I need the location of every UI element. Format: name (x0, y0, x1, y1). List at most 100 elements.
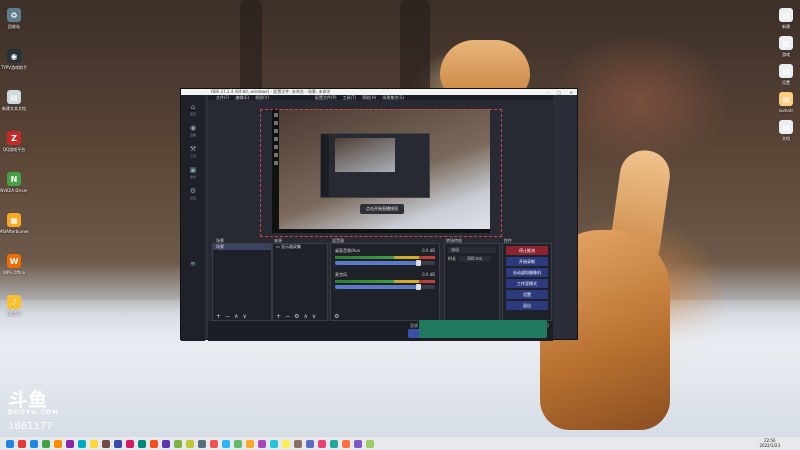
sources-dock: ▭ 显示器采集 + − ⚙ ∧ ∨ (272, 243, 328, 321)
menu-edit[interactable]: 编辑(E) (235, 95, 249, 100)
preview-nested-obs (320, 133, 430, 198)
taskbar-app-icon[interactable] (246, 439, 254, 448)
app-icon: ▤ (779, 92, 793, 106)
menu-tools[interactable]: 工具(T) (343, 95, 357, 101)
douyu-logo-sub: DOUYU.COM (8, 409, 59, 416)
wifi-icon[interactable]: ≋ (188, 260, 198, 269)
desktop-icon[interactable]: ▤ 新建文本文档 (0, 90, 28, 112)
taskbar-clock[interactable]: 22:56 2022/1/23 (759, 438, 780, 448)
source-item[interactable]: ▭ 显示器采集 (273, 244, 327, 250)
desktop-icon[interactable]: ▤ 新建 (772, 8, 800, 30)
taskbar-app-icon[interactable] (66, 439, 74, 448)
taskbar-app-icon[interactable] (270, 439, 278, 448)
taskbar-app-icon[interactable] (282, 439, 290, 448)
desktop-icon-label: 新建文本文档 (2, 106, 26, 111)
taskbar-app-icon[interactable] (150, 439, 158, 448)
taskbar-app-icon[interactable] (42, 439, 50, 448)
desktop-icon[interactable]: ♪ QQ音乐 (0, 295, 28, 317)
add-source-icon[interactable]: + (276, 313, 281, 320)
desktop-icon[interactable]: ▤ sumatr (772, 92, 800, 113)
desktop-icon[interactable]: W WPS Office (0, 254, 28, 275)
add-scene-icon[interactable]: + (216, 313, 221, 320)
live-icon[interactable]: ◉ (188, 124, 198, 133)
menu-profile[interactable]: 配置文件(P) (315, 95, 337, 101)
taskbar-app-icon[interactable] (258, 439, 266, 448)
desktop-icon-label: MSIAfterburner (0, 229, 30, 234)
taskbar-app-icon[interactable] (102, 439, 110, 448)
menu-view[interactable]: 视图(V) (255, 95, 269, 100)
mixer-toolbar: ⚙ (331, 313, 439, 320)
taskbar-app-icon[interactable] (78, 439, 86, 448)
minimize-icon[interactable]: – (547, 90, 549, 95)
desktop-icon[interactable]: N NVIDIA Driver (0, 172, 28, 193)
home-icon[interactable]: ⌂ (188, 103, 198, 112)
taskbar-app-icon[interactable] (354, 439, 362, 448)
move-up-icon[interactable]: ∧ (303, 313, 307, 320)
taskbar-app-icon[interactable] (330, 439, 338, 448)
taskbar-app-icon[interactable] (162, 439, 170, 448)
taskbar-app-icon[interactable] (198, 439, 206, 448)
app-icon: ▤ (7, 90, 21, 104)
volume-slider[interactable] (335, 260, 435, 266)
preview-canvas[interactable]: 点击开始直播按钮 (272, 109, 490, 233)
menu-scene-collection[interactable]: 场景集合(S) (382, 95, 404, 101)
remove-scene-icon[interactable]: − (225, 313, 230, 320)
start-recording-button[interactable]: 开始录制 (506, 257, 548, 266)
studio-mode-button[interactable]: 工作室模式 (506, 279, 548, 288)
desktop-icon[interactable]: ◉ TYPV游戏助手 (0, 49, 28, 71)
transition-select[interactable]: 淡出 (448, 247, 496, 253)
source-item-label: 显示器采集 (281, 244, 302, 249)
desktop-icon[interactable]: ▦ MSIAfterburner (0, 213, 30, 234)
menu-help[interactable]: 帮助(H) (362, 95, 376, 101)
taskbar-app-icon[interactable] (342, 439, 350, 448)
maximize-icon[interactable]: □ (557, 90, 561, 95)
settings-icon[interactable]: ⚙ (188, 187, 198, 196)
taskbar-app-icon[interactable] (174, 439, 182, 448)
desktop-icon[interactable]: ▤ 设置 (772, 64, 800, 86)
preview-hint-bubble: 点击开始直播按钮 (360, 204, 404, 214)
move-up-icon[interactable]: ∧ (234, 313, 238, 320)
desktop-icon[interactable]: ♻ 回收站 (0, 8, 28, 30)
stop-stream-button[interactable]: 停止推流 (506, 246, 548, 255)
desktop-icon[interactable]: ▤ 游戏 (772, 36, 800, 58)
taskbar-app-icon[interactable] (294, 439, 302, 448)
volume-slider[interactable] (335, 284, 435, 290)
settings-button[interactable]: 设置 (506, 290, 548, 299)
close-icon[interactable]: ✕ (570, 90, 573, 95)
desktop-icon[interactable]: Z QQ游戏平台 (0, 131, 28, 153)
virtual-camera-button[interactable]: 启动虚拟摄像机 (506, 268, 548, 277)
taskbar-app-icon[interactable] (114, 439, 122, 448)
clock-date: 2022/1/23 (759, 443, 780, 448)
taskbar-app-icon[interactable] (126, 439, 134, 448)
go-live-button[interactable] (419, 320, 547, 338)
source-settings-icon[interactable]: ⚙ (294, 313, 299, 320)
channel-db: 0.0 dB (422, 248, 435, 253)
duration-input[interactable]: 300 ms (459, 256, 490, 262)
start-icon[interactable] (6, 439, 14, 448)
menu-file[interactable]: 文件(F) (216, 95, 229, 100)
media-icon[interactable]: ▣ (188, 166, 198, 175)
taskbar-app-icon[interactable] (30, 439, 38, 448)
taskbar-app-icon[interactable] (18, 439, 26, 448)
taskbar-app-icon[interactable] (210, 439, 218, 448)
scene-item[interactable]: 场景 (213, 244, 271, 250)
taskbar-app-icon[interactable] (90, 439, 98, 448)
taskbar-app-icon[interactable] (234, 439, 242, 448)
exit-button[interactable]: 退出 (506, 301, 548, 310)
desktop-icon[interactable]: ▤ 文档 (772, 120, 800, 142)
move-down-icon[interactable]: ∨ (242, 313, 246, 320)
taskbar-app-icon[interactable] (318, 439, 326, 448)
taskbar-app-icon[interactable] (54, 439, 62, 448)
taskbar-app-icon[interactable] (222, 439, 230, 448)
obs-window[interactable]: OBS 27.2.4 (64-bit, windows) - 配置文件: 未命名… (180, 88, 578, 341)
taskbar-app-icon[interactable] (138, 439, 146, 448)
mixer-settings-icon[interactable]: ⚙ (334, 313, 339, 320)
tools-icon[interactable]: ⚒ (188, 145, 198, 154)
level-meter (335, 256, 435, 259)
taskbar-app-icon[interactable] (186, 439, 194, 448)
remove-source-icon[interactable]: − (285, 313, 290, 320)
taskbar-app-icon[interactable] (366, 439, 374, 448)
taskbar-app-icon[interactable] (306, 439, 314, 448)
move-down-icon[interactable]: ∨ (312, 313, 316, 320)
desktop-icon-label: 游戏 (782, 52, 790, 57)
